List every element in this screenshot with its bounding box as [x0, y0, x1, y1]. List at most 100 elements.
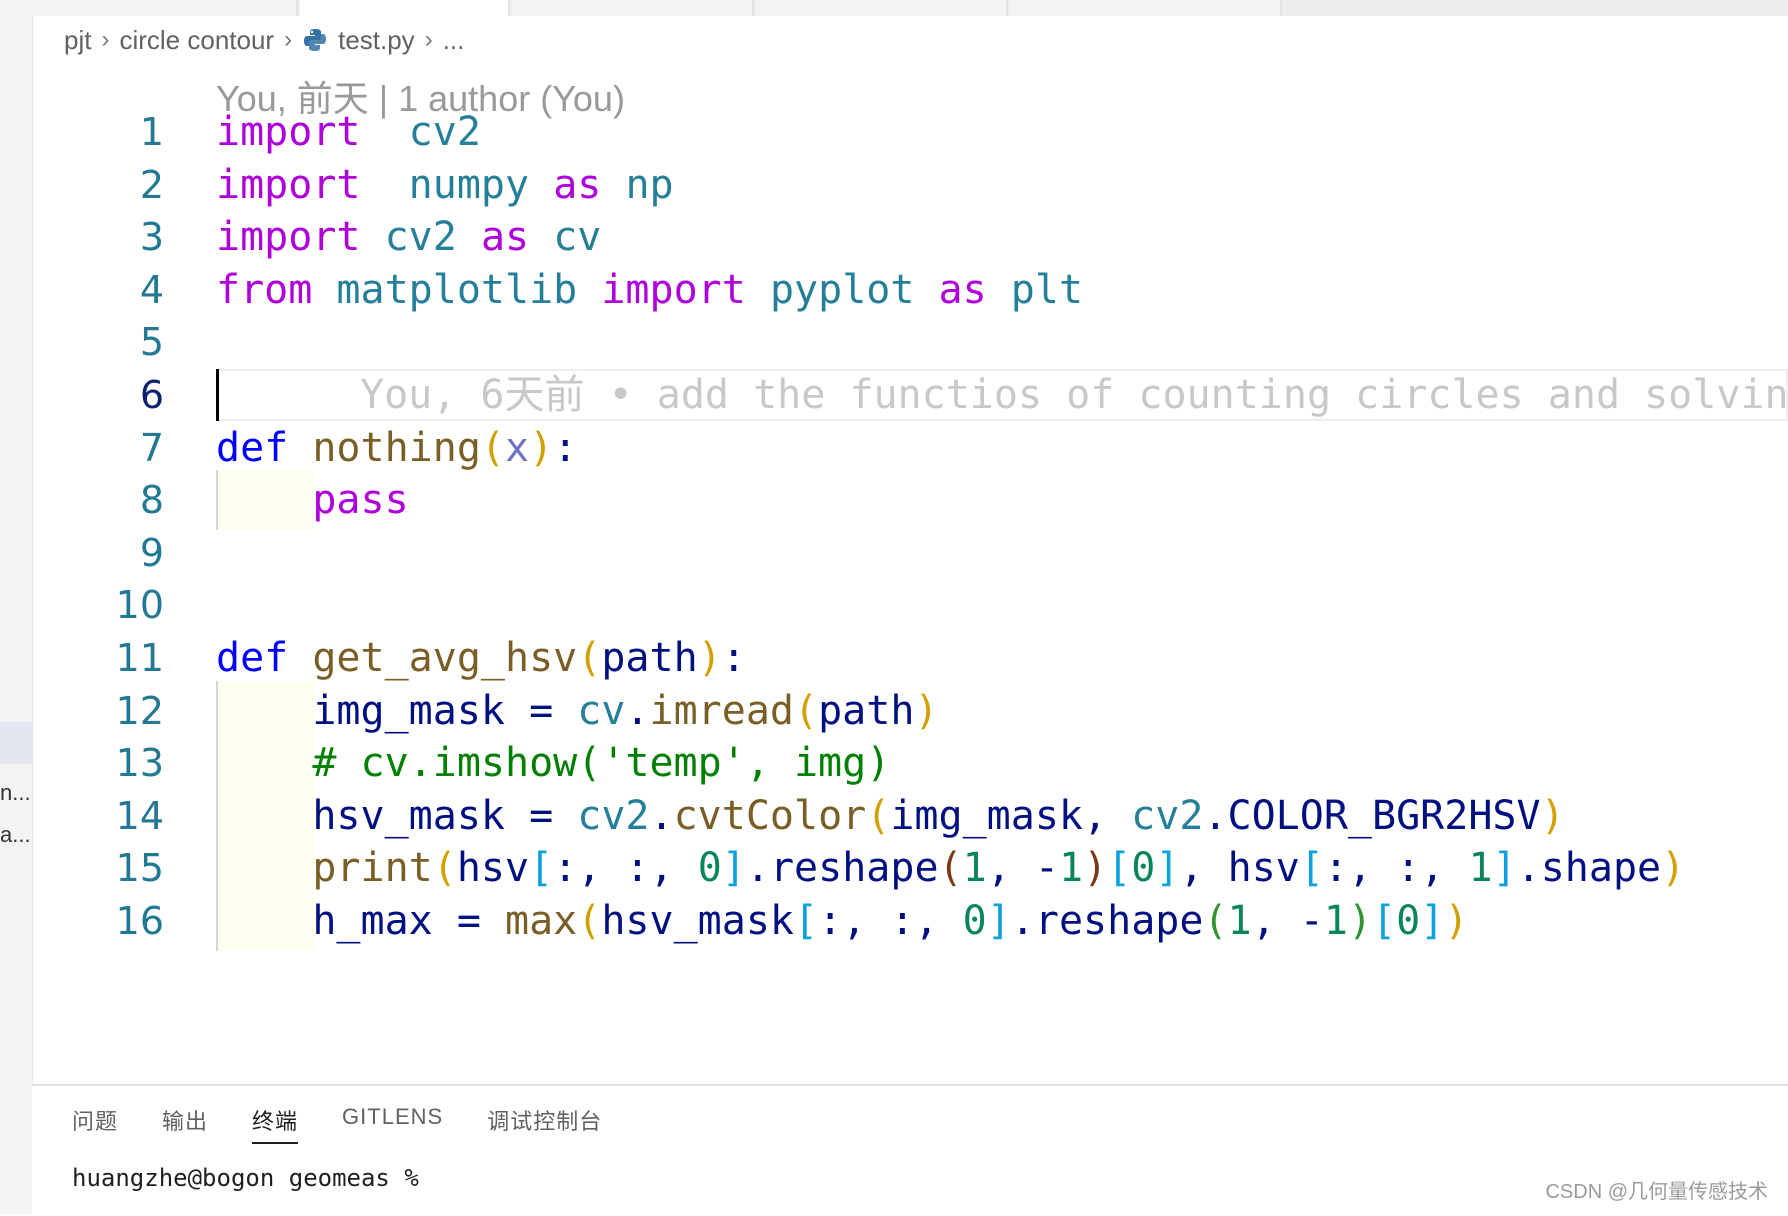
code-token: import	[216, 214, 361, 261]
code-line[interactable]: 16 h_max = max(hsv_mask[:, :, 0].reshape…	[32, 891, 1788, 951]
code-line[interactable]: 1 import cv2	[32, 102, 1788, 162]
code-token: .reshape	[1010, 898, 1204, 944]
inline-blame-annotation[interactable]: You, 6天前 • add the functios of counting …	[360, 365, 1788, 425]
code-token: (	[432, 845, 457, 892]
code-line[interactable]: 14 hsv_mask = cv2.cvtColor(img_mask, cv2…	[32, 785, 1788, 846]
line-number: 10	[115, 583, 164, 628]
code-token: [	[794, 898, 819, 944]
editor-tab[interactable]	[512, 0, 754, 16]
code-line[interactable]: 4 from matplotlib import pyplot as plt	[32, 260, 1788, 320]
code-token: hsv_mask	[312, 792, 505, 839]
code-line[interactable]: 7 def nothing(x):	[32, 418, 1788, 478]
code-token: ]	[1492, 845, 1517, 892]
code-line[interactable]: 10	[32, 575, 1788, 635]
code-token: (	[866, 792, 891, 839]
code-line[interactable]: 9	[32, 523, 1788, 583]
sidebar-truncated-label-1[interactable]: n...	[0, 780, 30, 806]
line-number: 13	[115, 741, 164, 786]
code-line[interactable]: 12 img_mask = cv.imread(path)	[32, 680, 1788, 741]
tab-terminal[interactable]: 终端	[252, 1104, 299, 1144]
code-editor[interactable]: You, 前天 | 1 author (You) 1 import cv2 2 imp…	[32, 60, 1788, 1084]
sidebar-truncated-label-2[interactable]: a...	[0, 822, 30, 848]
code-token: import	[216, 161, 361, 208]
code-token: , -	[986, 845, 1059, 892]
line-number: 16	[115, 899, 164, 943]
line-code: print(hsv[:, :, 0].reshape(1, -1)[0], hs…	[216, 838, 1685, 898]
line-code: hsv_mask = cv2.cvtColor(img_mask, cv2.CO…	[216, 786, 1564, 846]
breadcrumb-item-folder[interactable]: circle contour	[119, 25, 274, 56]
code-token: (	[1203, 898, 1228, 944]
code-token: :	[721, 635, 746, 681]
code-token: def	[216, 424, 289, 471]
terminal-prompt[interactable]: huangzhe@bogon geomeas %	[72, 1164, 433, 1192]
code-token: from	[216, 266, 313, 313]
code-line[interactable]: 2 import numpy as np	[32, 155, 1788, 215]
code-token: COLOR_BGR2HSV	[1227, 792, 1541, 839]
code-token: :, :,	[818, 898, 963, 944]
line-number: 4	[139, 267, 164, 312]
tab-problems[interactable]: 问题	[72, 1104, 118, 1144]
line-code: def nothing(x):	[216, 418, 577, 478]
editor-tab[interactable]	[1010, 0, 1282, 16]
code-line[interactable]: 13 # cv.imshow('temp', img)	[32, 733, 1788, 794]
breadcrumb-item-file[interactable]: test.py	[338, 25, 415, 56]
line-number: 11	[115, 636, 164, 680]
code-token: # cv.imshow(	[312, 740, 602, 787]
line-code: def get_avg_hsv(path):	[216, 628, 746, 688]
code-token: hsv_mask	[601, 898, 794, 944]
code-token: )	[1083, 845, 1108, 892]
code-token: 0	[697, 845, 722, 892]
line-number: 14	[115, 793, 164, 838]
code-line[interactable]: 15 print(hsv[:, :, 0].reshape(1, -1)[0],…	[32, 838, 1788, 899]
breadcrumb-item-symbol[interactable]: ...	[443, 25, 465, 56]
code-token: .shape	[1516, 845, 1662, 892]
code-token: =	[504, 687, 578, 734]
code-token: .reshape	[745, 845, 939, 892]
watermark: CSDN @几何量传感技术	[1545, 1181, 1768, 1203]
code-token: def	[216, 635, 289, 681]
code-token: .	[649, 792, 674, 839]
code-line[interactable]: 8 pass	[32, 470, 1788, 531]
line-number: 12	[115, 688, 164, 733]
code-token: ]	[986, 898, 1011, 944]
code-token: print	[312, 845, 433, 892]
line-code: # cv.imshow('temp', img)	[216, 733, 890, 793]
code-token: )	[529, 424, 554, 471]
code-line[interactable]: You, 6天前 • add the functios of counting …	[32, 365, 1788, 425]
tab-gitlens[interactable]: GITLENS	[342, 1104, 443, 1144]
code-token: (	[480, 424, 506, 471]
code-line[interactable]: 3 import cv2 as cv	[32, 207, 1788, 267]
line-number: 2	[139, 162, 164, 207]
editor-tab[interactable]	[32, 0, 298, 16]
tab-debug-console[interactable]: 调试控制台	[487, 1104, 602, 1144]
tab-output[interactable]: 输出	[162, 1104, 208, 1144]
editor-tab-active[interactable]	[300, 0, 510, 16]
code-line[interactable]: 11 def get_avg_hsv(path):	[32, 628, 1788, 688]
code-token: 0	[962, 898, 987, 944]
code-token: path	[818, 687, 915, 734]
code-token: path	[601, 635, 698, 681]
line-number: 5	[139, 320, 164, 365]
code-token: , -	[1251, 898, 1324, 944]
sidebar-selected-item[interactable]	[0, 722, 32, 764]
code-token: nothing	[312, 424, 481, 471]
code-token: )	[697, 635, 722, 681]
bottom-panel: 问题 输出 终端 GITLENS 调试控制台 huangzhe@bogon ge…	[32, 1084, 1788, 1216]
code-token: cv2	[408, 109, 481, 155]
editor-tab[interactable]	[756, 0, 1008, 16]
code-line[interactable]: 5	[32, 312, 1788, 372]
code-token: =	[504, 792, 578, 839]
code-token: h_max	[312, 898, 433, 944]
line-number: 15	[115, 846, 164, 891]
breadcrumb-item-pjt[interactable]: pjt	[64, 25, 91, 56]
